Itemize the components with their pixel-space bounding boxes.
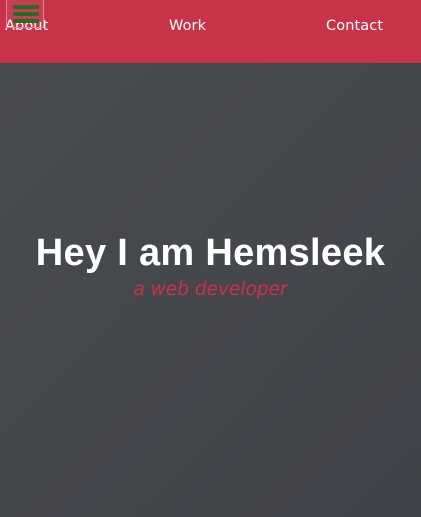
menu-bar-bottom	[13, 19, 39, 23]
hero-title: Hey I am Hemsleek	[35, 232, 386, 274]
menu-bar-middle	[13, 12, 39, 16]
hero-subtitle: a web developer	[133, 279, 288, 300]
menu-bar-top	[13, 5, 39, 9]
nav-link-contact[interactable]: Contact	[326, 18, 383, 34]
hamburger-menu-icon[interactable]	[6, 0, 44, 28]
top-navbar: About Work Contact	[0, 0, 421, 63]
page: About Work Contact Hey I am Hemsleek a w…	[0, 0, 421, 517]
nav-link-work[interactable]: Work	[169, 18, 206, 34]
hero-section: Hey I am Hemsleek a web developer	[0, 63, 421, 517]
